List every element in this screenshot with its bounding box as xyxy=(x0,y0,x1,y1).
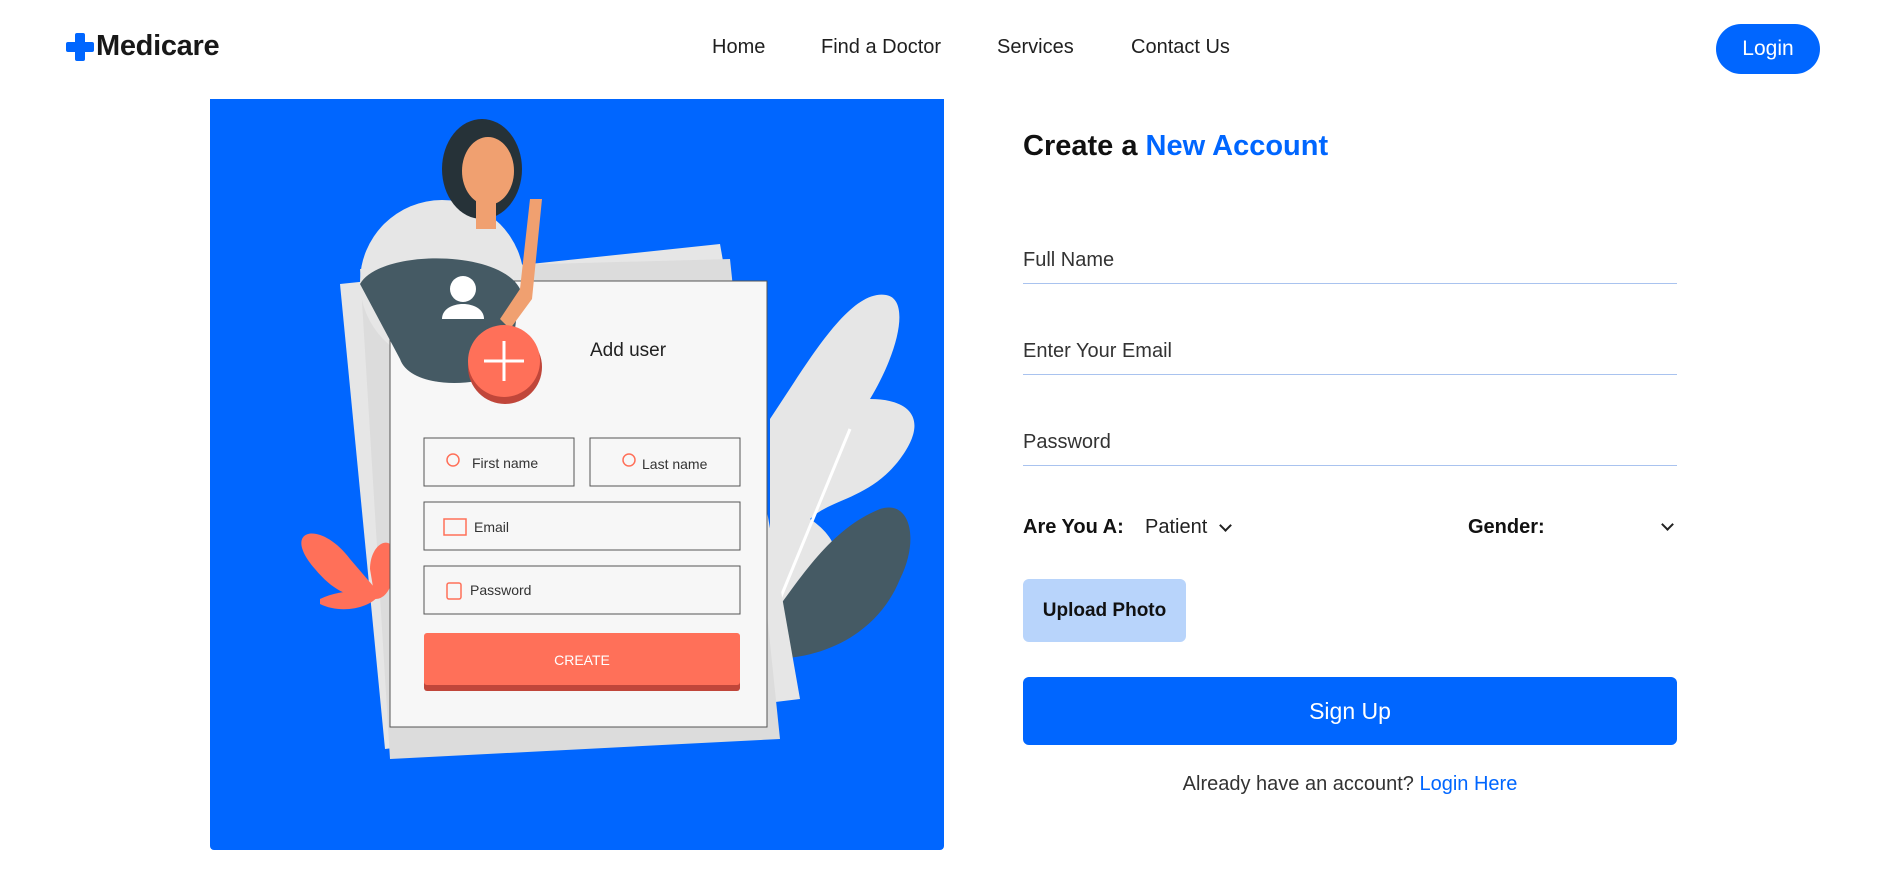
nav-services[interactable]: Services xyxy=(997,36,1074,59)
gender-select[interactable] xyxy=(1661,516,1674,534)
person-face xyxy=(462,137,514,205)
form-title-accent: New Account xyxy=(1145,130,1329,162)
login-prompt: Already have an account? Login Here xyxy=(1023,773,1677,796)
nav-contact-us[interactable]: Contact Us xyxy=(1131,36,1230,59)
form-title: Create a New Account xyxy=(1023,130,1677,163)
card-create-label: CREATE xyxy=(554,652,610,668)
user-glyph-icon xyxy=(450,276,476,302)
login-prompt-text: Already have an account? xyxy=(1182,773,1420,795)
email-input[interactable] xyxy=(1023,315,1677,374)
site-header: Medicare Home Find a Doctor Services Con… xyxy=(0,0,1887,100)
upload-photo-button[interactable]: Upload Photo xyxy=(1023,579,1186,642)
chevron-down-icon xyxy=(1661,518,1674,531)
card-email: Email xyxy=(474,519,509,535)
role-label: Are You A: xyxy=(1023,516,1124,538)
chevron-down-icon xyxy=(1219,518,1233,532)
full-name-input[interactable] xyxy=(1023,224,1677,283)
card-title: Add user xyxy=(590,340,667,361)
card-first-name: First name xyxy=(472,455,538,471)
nav-home[interactable]: Home xyxy=(712,36,765,59)
gender-label: Gender: xyxy=(1468,516,1545,538)
role-select-value: Patient xyxy=(1145,516,1208,538)
brand-logo[interactable]: Medicare xyxy=(66,30,220,63)
signup-illustration: Add user First name Last name Email Pass… xyxy=(210,99,944,850)
card-last-name: Last name xyxy=(642,456,708,472)
full-name-field xyxy=(1023,224,1677,284)
add-user-illustration: Add user First name Last name Email Pass… xyxy=(301,119,915,759)
signup-form: Create a New Account Are You A: Patient … xyxy=(1023,130,1677,795)
password-field xyxy=(1023,406,1677,466)
login-here-link[interactable]: Login Here xyxy=(1419,773,1517,795)
password-input[interactable] xyxy=(1023,406,1677,465)
brand-name: Medicare xyxy=(96,30,220,62)
medical-cross-icon xyxy=(66,32,94,61)
email-field xyxy=(1023,315,1677,375)
header-login-button[interactable]: Login xyxy=(1716,24,1820,74)
card-password: Password xyxy=(470,582,531,598)
role-select[interactable]: Patient xyxy=(1145,516,1233,539)
form-title-prefix: Create a xyxy=(1023,130,1146,162)
nav-find-doctor[interactable]: Find a Doctor xyxy=(821,36,941,59)
sign-up-button[interactable]: Sign Up xyxy=(1023,677,1677,745)
role-gender-row: Are You A: Patient Gender: xyxy=(1023,513,1677,543)
